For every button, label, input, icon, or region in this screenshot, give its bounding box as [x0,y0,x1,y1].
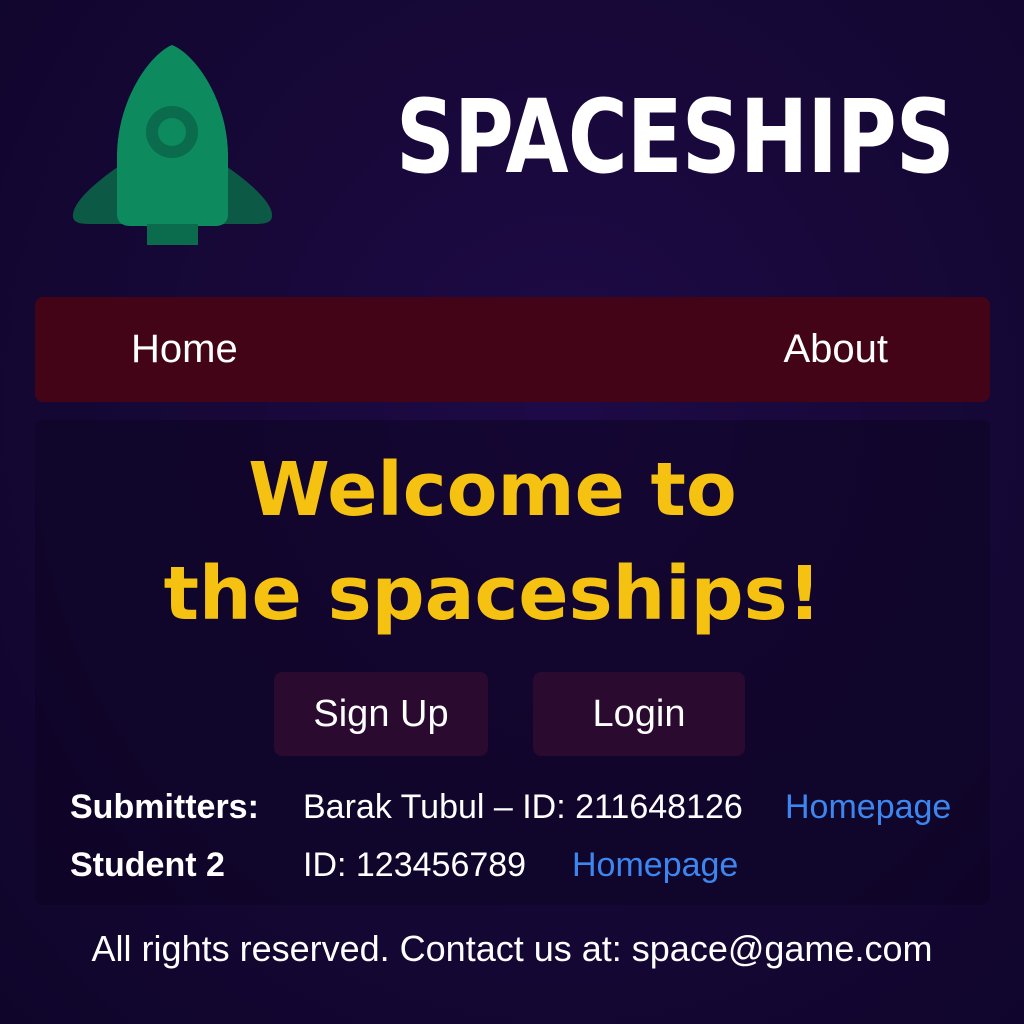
site-header: SPACESHIPS [0,0,1024,290]
submitter-2-homepage-link[interactable]: Homepage [572,846,738,885]
navigation-bar: Home About [35,297,990,402]
footer-text: All rights reserved. Contact us at: spac… [91,928,933,969]
site-title: SPACESHIPS [396,78,955,197]
nav-about-link[interactable]: About [783,297,888,402]
rocket-icon [70,44,275,249]
submitter-1-info: Barak Tubul – ID: 211648126 [303,788,743,826]
login-button[interactable]: Login [533,672,745,756]
student-2-label: Student 2 [70,846,225,884]
welcome-line-2: the spaceships! [163,551,822,637]
sign-up-button[interactable]: Sign Up [274,672,488,756]
submitter-1-homepage-link[interactable]: Homepage [785,788,951,827]
welcome-line-1: Welcome to [248,447,737,533]
welcome-heading: Welcome to the spaceships! [0,438,985,646]
submitter-2-info: ID: 123456789 [303,846,527,884]
submitters-label: Submitters: [70,788,259,826]
nav-home-link[interactable]: Home [131,297,238,402]
